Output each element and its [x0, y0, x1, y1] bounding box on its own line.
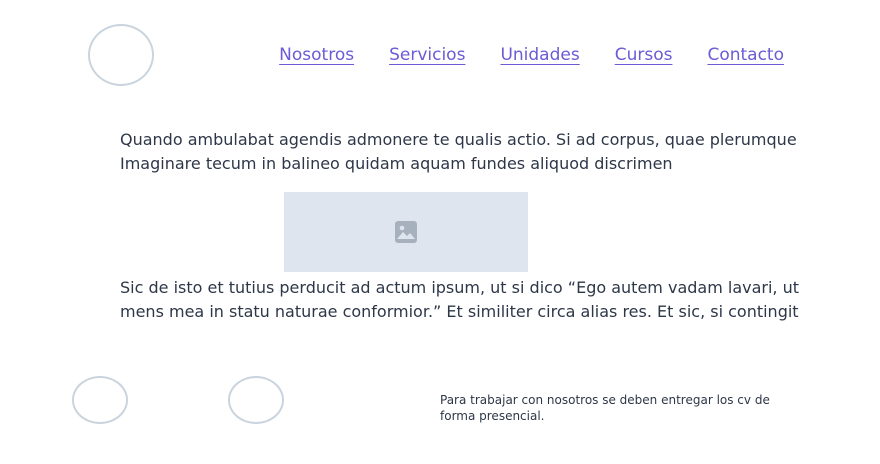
nav-link-cursos[interactable]: Cursos [615, 45, 673, 65]
footer-logo-placeholder-2 [228, 376, 284, 424]
nav-link-unidades[interactable]: Unidades [500, 45, 579, 65]
footer-logo-placeholder-1 [72, 376, 128, 424]
main-nav: Nosotros Servicios Unidades Cursos Conta… [279, 45, 784, 65]
body-paragraph: Sic de isto et tutius perducit ad actum … [120, 278, 800, 321]
nav-link-contacto[interactable]: Contacto [707, 45, 784, 65]
logo-placeholder[interactable] [88, 24, 154, 86]
image-placeholder-icon [395, 221, 417, 243]
nav-link-nosotros[interactable]: Nosotros [279, 45, 354, 65]
intro-paragraph: Quando ambulabat agendis admonere te qua… [120, 130, 797, 173]
nav-link-servicios[interactable]: Servicios [389, 45, 465, 65]
image-placeholder [284, 192, 528, 272]
footer-note: Para trabajar con nosotros se deben entr… [440, 393, 770, 423]
